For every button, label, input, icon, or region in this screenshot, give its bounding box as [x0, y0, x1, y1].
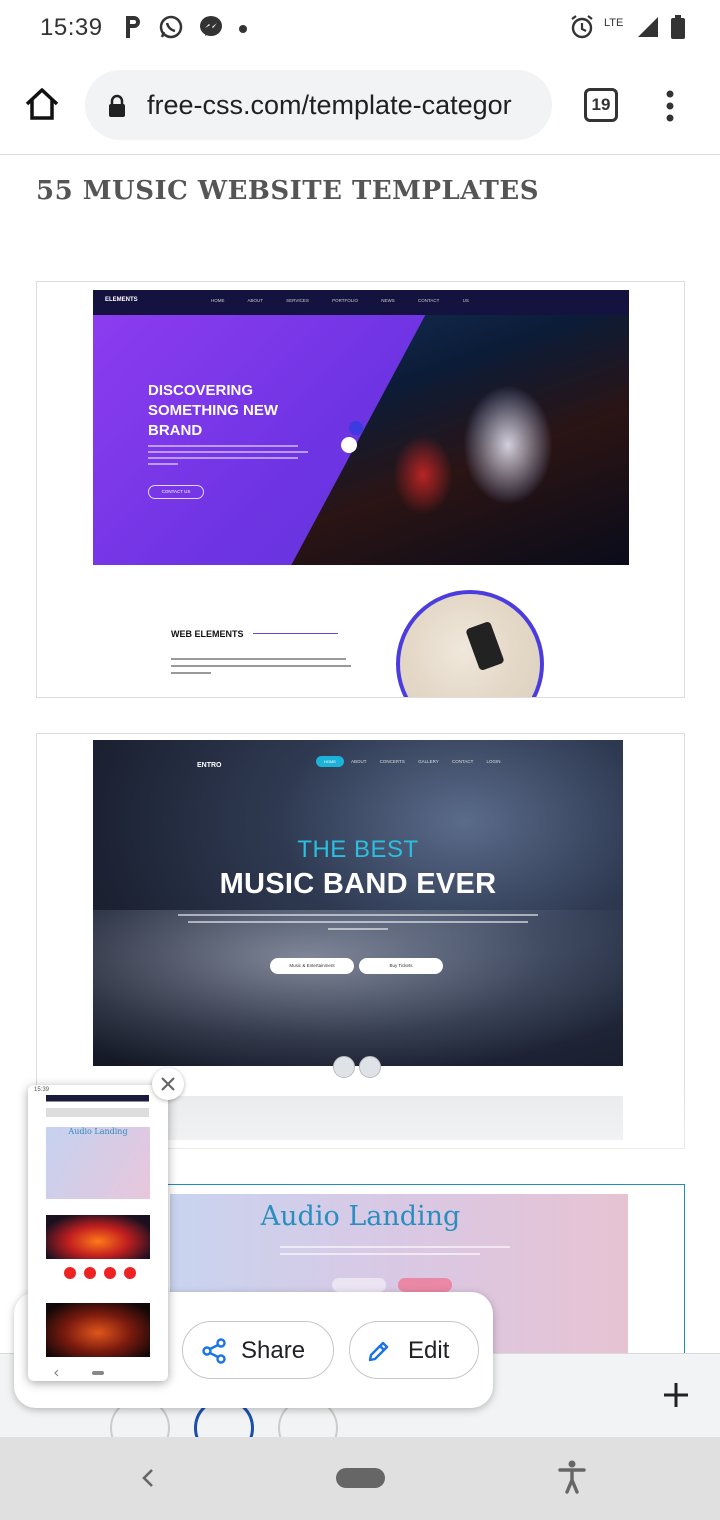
edit-button[interactable]: Edit: [349, 1321, 479, 1379]
system-icons: LTE: [570, 14, 686, 45]
share-label: Share: [241, 1337, 306, 1364]
section-divider: [253, 633, 338, 634]
preview-hero-heading: MUSIC BAND EVER: [219, 868, 497, 900]
preview-nav-links: ABOUT CONCERTS GALLERY CONTACT LOGIN: [351, 759, 501, 764]
back-icon: [142, 1469, 153, 1487]
preview-nav-links: HOME ABOUT SERVICES PORTFOLIO NEWS CONTA…: [211, 298, 469, 303]
slider-next-icon: [349, 421, 363, 435]
slider-prev-icon: [341, 437, 357, 453]
address-bar[interactable]: free-css.com/template-categor: [85, 70, 552, 140]
slider-prev-icon: [333, 1056, 355, 1078]
thumb-title: Audio Landing: [68, 1127, 128, 1136]
red-light: [393, 435, 453, 515]
preview-navbar: ELEMENTS HOME ABOUT SERVICES PORTFOLIO N…: [93, 290, 629, 315]
status-time: 15:39: [40, 14, 103, 41]
dot-icon: [238, 21, 248, 39]
more-menu-button[interactable]: [660, 86, 680, 126]
preview-navbar: ENTRO HOME ABOUT CONCERTS GALLERY CONTAC…: [93, 750, 623, 770]
thumb-dot: [124, 1267, 136, 1279]
edit-label: Edit: [408, 1337, 450, 1364]
preview-contact-button: CONTACT US: [148, 485, 204, 499]
plus-icon: [664, 1383, 688, 1407]
preview-hero-text: [148, 445, 308, 469]
preview-lower-section: [93, 1096, 623, 1140]
notification-icons: [122, 14, 248, 45]
lock-icon: [107, 94, 127, 123]
accessibility-icon: [558, 1460, 586, 1494]
alarm-icon: [570, 14, 594, 45]
thumb-status-bar: 15:39: [34, 1087, 50, 1093]
preview-hero-subheading: THE BEST: [297, 836, 419, 863]
preview-section-label: WEB ELEMENTS: [171, 629, 244, 639]
tab-switcher-button[interactable]: 19: [584, 88, 618, 122]
home-button[interactable]: [22, 84, 62, 124]
thumb-dot: [104, 1267, 116, 1279]
thumb-card-4: [46, 1303, 150, 1357]
thumb-card-3: [46, 1215, 150, 1291]
pencil-icon: [366, 1338, 392, 1369]
thumb-image: [46, 1215, 150, 1259]
url-text: free-css.com/template-categor: [147, 90, 512, 120]
template-card-elements[interactable]: ELEMENTS HOME ABOUT SERVICES PORTFOLIO N…: [36, 281, 685, 698]
share-icon: [201, 1338, 227, 1369]
new-tab-button[interactable]: [662, 1376, 690, 1416]
preview-section-text: [171, 658, 351, 679]
signal-icon: [636, 15, 660, 44]
preview-button: [332, 1278, 386, 1292]
thumb-nav: [28, 1365, 168, 1381]
screenshot-thumbnail[interactable]: 15:39 Audio Landing: [28, 1085, 168, 1381]
phone-image: [465, 620, 505, 672]
preview-button: [398, 1278, 452, 1292]
share-button[interactable]: Share: [182, 1321, 334, 1379]
thumb-card-1: [46, 1095, 149, 1117]
more-vert-icon: [666, 90, 674, 122]
slider-next-icon: [359, 1056, 381, 1078]
browser-toolbar: free-css.com/template-categor 19: [0, 56, 720, 155]
close-thumbnail-button[interactable]: [152, 1068, 184, 1100]
parking-icon: [122, 14, 144, 45]
preview-logo: ELEMENTS: [105, 297, 138, 303]
battery-icon: [670, 14, 686, 45]
back-button[interactable]: [136, 1463, 160, 1498]
system-nav-bar: [0, 1437, 720, 1520]
preview-logo: ENTRO: [197, 762, 222, 769]
network-type: LTE: [604, 16, 624, 29]
messenger-icon: [198, 14, 224, 45]
whatsapp-icon: [158, 14, 184, 45]
preview-hero: DISCOVERING SOMETHING NEW BRAND CONTACT …: [93, 315, 629, 565]
close-icon: [161, 1077, 175, 1091]
home-icon: [25, 88, 59, 120]
lte-icon: LTE: [604, 17, 626, 43]
preview-hero: ENTRO HOME ABOUT CONCERTS GALLERY CONTAC…: [93, 740, 623, 1066]
preview-hero-text: [280, 1246, 520, 1260]
thumb-dot: [64, 1267, 76, 1279]
preview-nav-home: HOME: [316, 756, 344, 767]
template-preview-image: ELEMENTS HOME ABOUT SERVICES PORTFOLIO N…: [93, 290, 629, 697]
thumb-dot: [84, 1267, 96, 1279]
status-bar: 15:39 LTE: [0, 0, 720, 56]
accessibility-button[interactable]: [556, 1459, 588, 1500]
preview-hero-text: [173, 914, 543, 935]
thumb-card-2: Audio Landing: [46, 1127, 150, 1199]
preview-button-music: Music & Entertainment: [270, 958, 354, 974]
page-title: 55 MUSIC WEBSITE TEMPLATES: [36, 176, 539, 206]
home-pill-button[interactable]: [336, 1468, 385, 1488]
preview-button-tickets: Buy Tickets: [359, 958, 443, 974]
phone-circle-image: [396, 590, 544, 697]
preview-hero-heading: DISCOVERING SOMETHING NEW BRAND: [148, 382, 278, 439]
stage-light: [463, 385, 553, 505]
